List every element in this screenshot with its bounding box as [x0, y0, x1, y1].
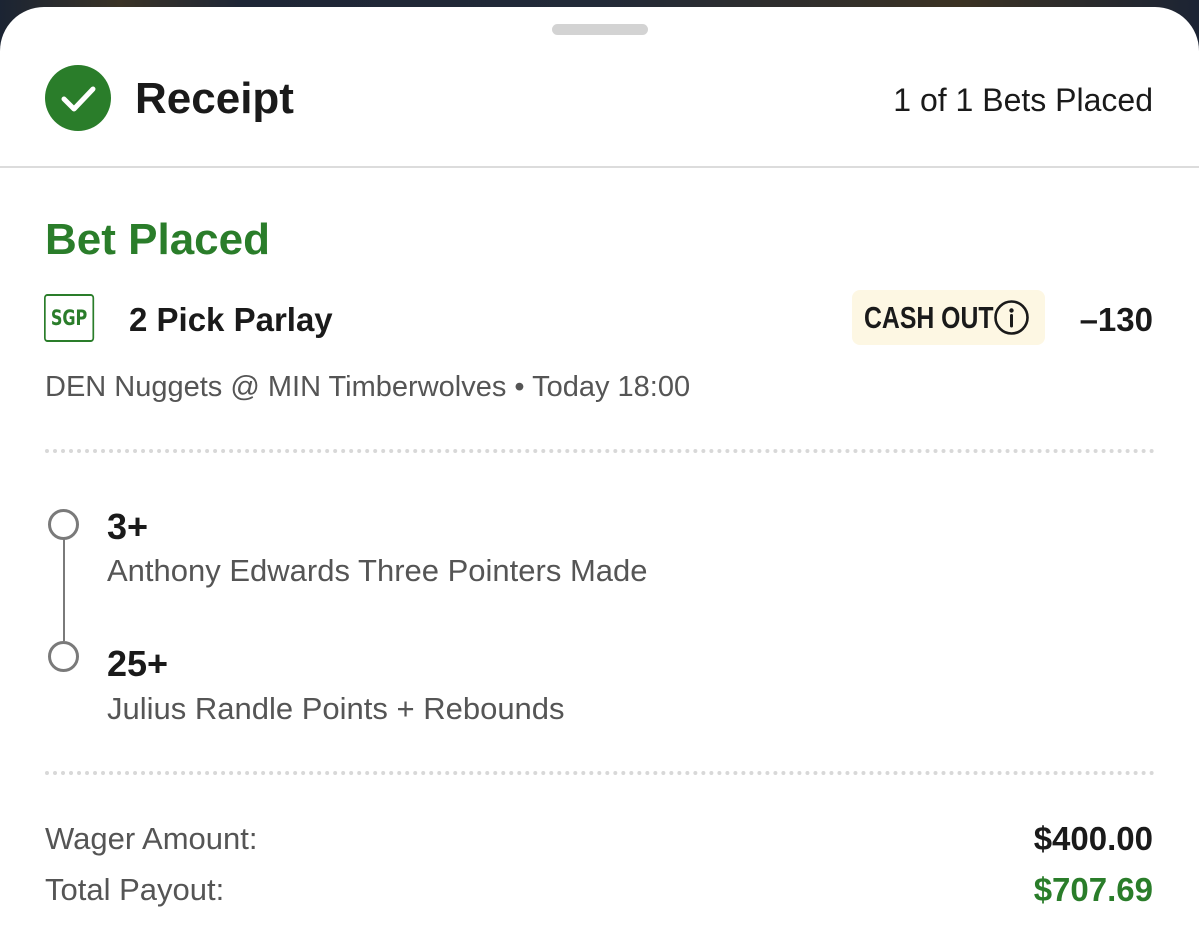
cash-out-label: CASH OUT [864, 300, 994, 335]
leg-connector-line [63, 537, 65, 641]
total-payout-label: Total Payout: [45, 872, 225, 907]
checkmark-icon [45, 65, 111, 131]
bet-odds: –130 [1079, 301, 1153, 338]
dotted-divider [45, 449, 1155, 453]
bets-placed-count: 1 of 1 Bets Placed [893, 82, 1153, 118]
bet-status: Bet Placed [45, 215, 270, 264]
wager-amount-label: Wager Amount: [45, 821, 258, 856]
leg-line: 3+ [107, 506, 149, 547]
leg-status-circle-icon [48, 641, 79, 672]
dotted-divider [45, 771, 1155, 775]
leg-status-circle-icon [48, 509, 79, 540]
receipt-sheet: Receipt 1 of 1 Bets Placed Bet Placed SG… [0, 7, 1199, 941]
receipt-header: Receipt 1 of 1 Bets Placed [0, 7, 1199, 168]
leg-description: Anthony Edwards Three Pointers Made [107, 553, 648, 588]
leg-description: Julius Randle Points + Rebounds [107, 691, 565, 726]
total-payout-value: $707.69 [1033, 871, 1153, 908]
wager-amount-value: $400.00 [1033, 820, 1153, 857]
page-title: Receipt [135, 74, 294, 123]
info-icon[interactable] [993, 299, 1030, 336]
sgp-badge: SGP [44, 294, 95, 342]
cash-out-button[interactable]: CASH OUT [852, 290, 1045, 345]
leg-line: 25+ [107, 643, 169, 684]
game-matchup: DEN Nuggets @ MIN Timberwolves • Today 1… [45, 371, 691, 403]
bet-type-title: 2 Pick Parlay [129, 301, 333, 338]
